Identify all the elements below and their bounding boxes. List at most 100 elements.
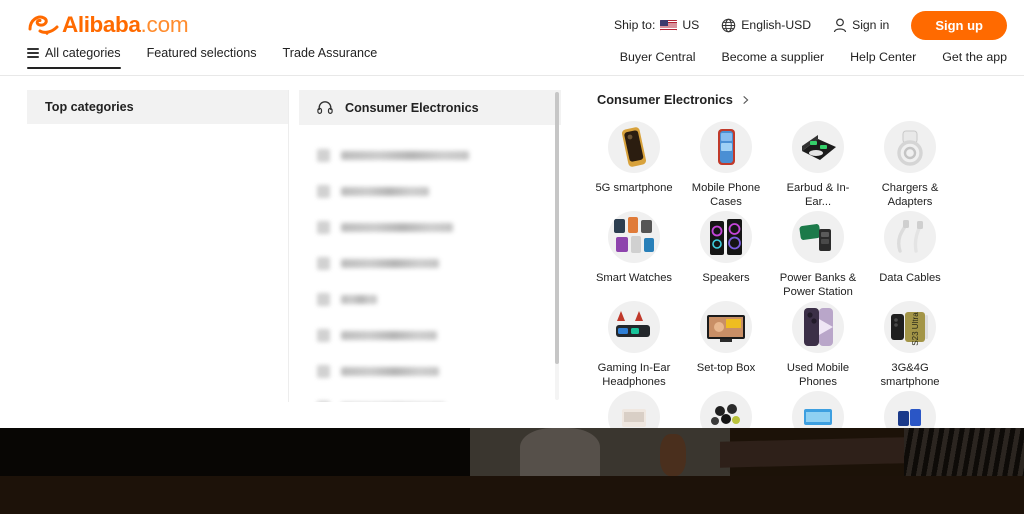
- item-label-blurred: [341, 187, 429, 196]
- tile-chargers-adapters[interactable]: Chargers & Adapters: [864, 121, 956, 209]
- list-item[interactable]: [317, 209, 561, 245]
- tile-used-mobile-phones[interactable]: Used Mobile Phones: [772, 301, 864, 389]
- banner-shape-left: [0, 428, 470, 476]
- svg-text:S23 Ultra: S23 Ultra: [911, 312, 920, 346]
- ship-to-label: Ship to:: [614, 18, 655, 32]
- alibaba-logo[interactable]: Alibaba.com: [27, 11, 188, 39]
- chevron-right-icon: [742, 96, 750, 104]
- tile-earbud-in-ear[interactable]: Earbud & In-Ear...: [772, 121, 864, 209]
- list-item[interactable]: [317, 353, 561, 389]
- nav-trade-assurance-label: Trade Assurance: [283, 46, 378, 60]
- tile-partial-3[interactable]: [772, 391, 864, 428]
- banner-shape-mid: [470, 428, 730, 476]
- top-categories-panel: Top categories: [27, 90, 289, 402]
- language-label: English-USD: [741, 18, 811, 32]
- tile-partial-1[interactable]: [588, 391, 680, 428]
- hero-banner-image: [0, 428, 1024, 514]
- sign-up-button[interactable]: Sign up: [911, 11, 1007, 40]
- ship-to-selector[interactable]: Ship to: US: [614, 18, 699, 32]
- set-top-box-icon: [700, 301, 752, 353]
- logo-wordmark: Alibaba.com: [62, 14, 188, 37]
- tile-label: 5G smartphone: [590, 181, 678, 195]
- tile-label: Data Cables: [866, 271, 954, 285]
- globe-icon: [721, 18, 736, 33]
- partial-tile-icon: [884, 391, 936, 428]
- item-label-blurred: [341, 367, 439, 376]
- list-item[interactable]: [317, 137, 561, 173]
- item-thumb-icon: [317, 365, 330, 378]
- item-thumb-icon: [317, 401, 330, 403]
- tile-label: Gaming In-Ear Headphones: [590, 361, 678, 389]
- list-item[interactable]: [317, 173, 561, 209]
- ship-to-country: US: [682, 18, 699, 32]
- grid-breadcrumb[interactable]: Consumer Electronics: [580, 84, 1010, 107]
- speaker-icon: [700, 211, 752, 263]
- item-thumb-icon: [317, 149, 330, 162]
- nav-featured-selections-label: Featured selections: [147, 46, 257, 60]
- nav-become-a-supplier[interactable]: Become a supplier: [721, 50, 824, 64]
- tile-partial-2[interactable]: [680, 391, 772, 428]
- power-bank-icon: [792, 211, 844, 263]
- banner-shape-bottom: [0, 476, 1024, 514]
- tile-set-top-box[interactable]: Set-top Box: [680, 301, 772, 389]
- nav-trade-assurance[interactable]: Trade Assurance: [283, 46, 378, 69]
- tile-label: Earbud & In-Ear...: [774, 181, 862, 209]
- header-utility-bar: Ship to: US English-USD Sign in Sign: [592, 11, 1007, 39]
- sign-in-link[interactable]: Sign in: [833, 18, 889, 33]
- item-thumb-icon: [317, 185, 330, 198]
- list-item[interactable]: [317, 389, 561, 402]
- nav-featured-selections[interactable]: Featured selections: [147, 46, 257, 69]
- item-label-blurred: [341, 331, 437, 340]
- sign-in-label: Sign in: [852, 18, 889, 32]
- top-categories-header: Top categories: [27, 90, 288, 124]
- category-grid-panel: Consumer Electronics 5G smartphone Mobil…: [580, 84, 1010, 428]
- tile-label: Power Banks & Power Station: [774, 271, 862, 299]
- banner-shape-hair: [660, 434, 686, 476]
- tile-power-banks[interactable]: Power Banks & Power Station: [772, 211, 864, 299]
- item-label-blurred: [341, 259, 439, 268]
- tile-label: Chargers & Adapters: [866, 181, 954, 209]
- partial-tile-icon: [700, 391, 752, 428]
- tile-gaming-headphones[interactable]: Gaming In-Ear Headphones: [588, 301, 680, 389]
- nav-all-categories[interactable]: All categories: [27, 46, 121, 69]
- item-label-blurred: [341, 223, 453, 232]
- nav-all-categories-label: All categories: [45, 46, 121, 60]
- phone-case-icon: [700, 121, 752, 173]
- item-label-blurred: [341, 295, 377, 304]
- tile-speakers[interactable]: Speakers: [680, 211, 772, 299]
- primary-nav: All categories Featured selections Trade…: [27, 46, 377, 69]
- subcategory-panel: Consumer Electronics: [299, 90, 561, 402]
- subcategory-header: Consumer Electronics: [299, 90, 561, 125]
- list-item[interactable]: [317, 281, 561, 317]
- data-cable-icon: [884, 211, 936, 263]
- banner-shape-person: [520, 428, 600, 476]
- tile-partial-4[interactable]: [864, 391, 956, 428]
- subcategory-scrollbar[interactable]: [555, 92, 559, 400]
- language-currency-selector[interactable]: English-USD: [721, 18, 811, 33]
- tile-label: Speakers: [682, 271, 770, 285]
- gaming-headphone-icon: [608, 301, 660, 353]
- tile-data-cables[interactable]: Data Cables: [864, 211, 956, 299]
- site-header: Alibaba.com Ship to: US English-USD: [0, 0, 1024, 76]
- tile-label: Mobile Phone Cases: [682, 181, 770, 209]
- subcategory-list: [299, 125, 561, 402]
- s23-ultra-icon: S23 Ultra: [884, 301, 936, 353]
- top-categories-title: Top categories: [45, 100, 134, 114]
- used-phone-icon: [792, 301, 844, 353]
- nav-get-the-app[interactable]: Get the app: [942, 50, 1007, 64]
- tile-label: Used Mobile Phones: [774, 361, 862, 389]
- tile-smart-watches[interactable]: Smart Watches: [588, 211, 680, 299]
- list-item[interactable]: [317, 245, 561, 281]
- nav-buyer-central[interactable]: Buyer Central: [620, 50, 696, 64]
- earbud-case-icon: [792, 121, 844, 173]
- nav-help-center[interactable]: Help Center: [850, 50, 916, 64]
- tile-mobile-phone-cases[interactable]: Mobile Phone Cases: [680, 121, 772, 209]
- list-item[interactable]: [317, 317, 561, 353]
- tile-3g4g-smartphone[interactable]: S23 Ultra 3G&4G smartphone: [864, 301, 956, 389]
- us-flag-icon: [660, 20, 677, 31]
- tile-5g-smartphone[interactable]: 5G smartphone: [588, 121, 680, 209]
- category-tiles: 5G smartphone Mobile Phone Cases Earbud …: [580, 107, 1010, 428]
- subcategory-title: Consumer Electronics: [345, 101, 479, 115]
- banner-shape-stripes: [904, 428, 1024, 478]
- secondary-nav: Buyer Central Become a supplier Help Cen…: [620, 50, 1007, 64]
